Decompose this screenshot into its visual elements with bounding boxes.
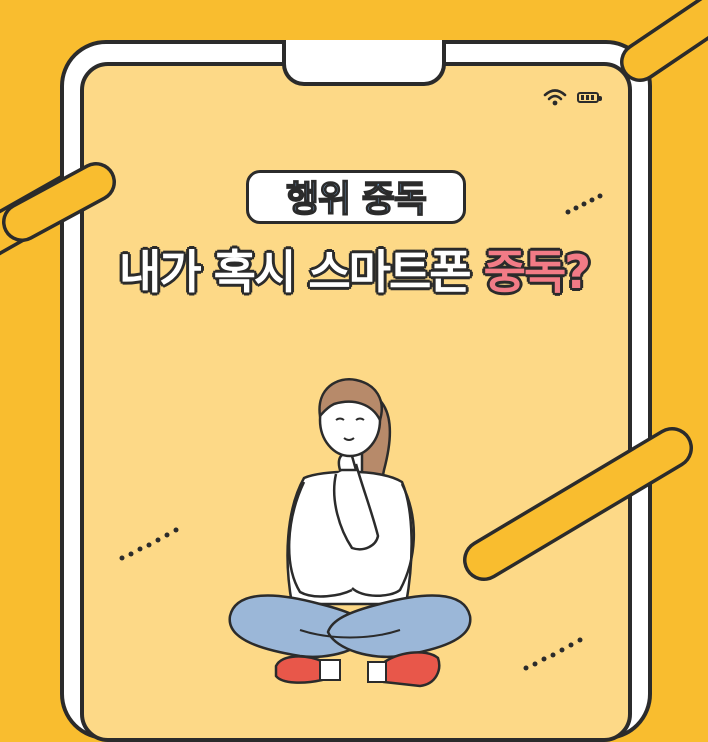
card-canvas: 행위 중독 내가 혹시 스마트폰 중독? xyxy=(0,0,708,742)
woman-thinking-illustration xyxy=(228,378,472,688)
